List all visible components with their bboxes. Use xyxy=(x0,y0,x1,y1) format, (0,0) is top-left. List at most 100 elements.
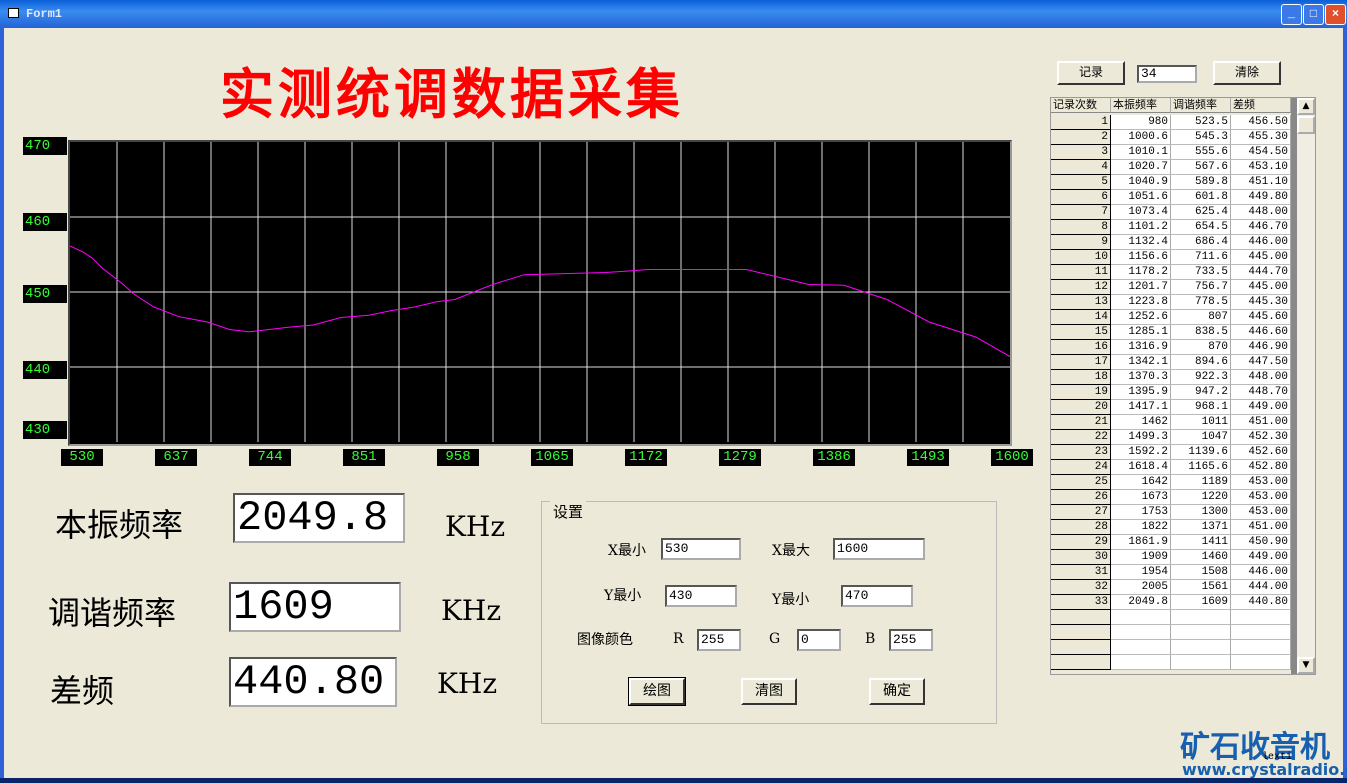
close-button[interactable]: × xyxy=(1325,4,1346,25)
y-tick-label: 450 xyxy=(23,285,67,303)
diff-freq-field[interactable]: 440.80 xyxy=(229,657,397,707)
table-cell: 451.00 xyxy=(1231,415,1291,430)
table-cell xyxy=(1171,625,1231,640)
table-cell: 14 xyxy=(1051,310,1111,325)
table-cell: 451.00 xyxy=(1231,520,1291,535)
table-cell: 445.00 xyxy=(1231,280,1291,295)
table-cell: 1592.2 xyxy=(1111,445,1171,460)
table-cell: 16 xyxy=(1051,340,1111,355)
table-cell: 589.8 xyxy=(1171,175,1231,190)
color-label: 图像颜色 xyxy=(577,632,633,648)
table-cell: 1073.4 xyxy=(1111,205,1171,220)
ok-button[interactable]: 确定 xyxy=(869,678,925,705)
y-tick-label: 440 xyxy=(23,361,67,379)
table-cell: 5 xyxy=(1051,175,1111,190)
table-cell: 30 xyxy=(1051,550,1111,565)
ymin-input[interactable]: 430 xyxy=(665,585,737,607)
table-cell: 448.00 xyxy=(1231,370,1291,385)
record-button[interactable]: 记录 xyxy=(1057,61,1125,85)
table-cell: 11 xyxy=(1051,265,1111,280)
table-cell: 449.80 xyxy=(1231,190,1291,205)
tuning-freq-field[interactable]: 1609 xyxy=(229,582,401,632)
table-cell xyxy=(1231,610,1291,625)
table-cell: 1156.6 xyxy=(1111,250,1171,265)
vertical-scrollbar[interactable]: ▲ ▼ xyxy=(1297,98,1315,674)
x-tick-label: 851 xyxy=(343,449,385,466)
draw-button[interactable]: 绘图 xyxy=(628,677,686,706)
record-count-input[interactable]: 34 xyxy=(1137,65,1197,83)
table-cell: 456.50 xyxy=(1231,115,1291,130)
table-cell: 1673 xyxy=(1111,490,1171,505)
table-cell: 19 xyxy=(1051,385,1111,400)
table-cell: 25 xyxy=(1051,475,1111,490)
column-header: 差频 xyxy=(1231,98,1291,113)
table-cell: 18 xyxy=(1051,370,1111,385)
ymin-label: Y最小 xyxy=(604,588,642,604)
table-cell: 20 xyxy=(1051,400,1111,415)
table-cell xyxy=(1111,625,1171,640)
table-cell: 453.00 xyxy=(1231,490,1291,505)
table-cell: 452.30 xyxy=(1231,430,1291,445)
b-input[interactable]: 255 xyxy=(889,629,933,651)
table-cell: 1285.1 xyxy=(1111,325,1171,340)
table-cell: 523.5 xyxy=(1171,115,1231,130)
scroll-up-icon[interactable]: ▲ xyxy=(1297,98,1315,115)
table-cell: 4 xyxy=(1051,160,1111,175)
lo-freq-field[interactable]: 2049.8 xyxy=(233,493,405,543)
table-cell: 1020.7 xyxy=(1111,160,1171,175)
table-cell: 1370.3 xyxy=(1111,370,1171,385)
table-cell: 1499.3 xyxy=(1111,430,1171,445)
table-cell: 1954 xyxy=(1111,565,1171,580)
table-cell: 21 xyxy=(1051,415,1111,430)
table-cell: 778.5 xyxy=(1171,295,1231,310)
table-cell: 453.00 xyxy=(1231,505,1291,520)
x-tick-label: 1065 xyxy=(531,449,573,466)
table-cell xyxy=(1111,610,1171,625)
ymax-input[interactable]: 470 xyxy=(841,585,913,607)
xmin-input[interactable]: 530 xyxy=(661,538,741,560)
g-input[interactable]: 0 xyxy=(797,629,841,651)
tuning-freq-unit: KHz xyxy=(441,594,502,627)
table-cell: 453.10 xyxy=(1231,160,1291,175)
table-cell: 22 xyxy=(1051,430,1111,445)
clear-records-button[interactable]: 清除 xyxy=(1213,61,1281,85)
taskbar-edge xyxy=(0,778,1347,783)
table-cell: 454.50 xyxy=(1231,145,1291,160)
scroll-thumb[interactable] xyxy=(1297,116,1315,134)
table-cell: 451.10 xyxy=(1231,175,1291,190)
table-cell: 1395.9 xyxy=(1111,385,1171,400)
xmax-input[interactable]: 1600 xyxy=(833,538,925,560)
table-cell: 980 xyxy=(1111,115,1171,130)
column-header: 本振频率 xyxy=(1111,98,1171,113)
table-cell: 447.50 xyxy=(1231,355,1291,370)
xmax-label: X最大 xyxy=(772,543,810,559)
table-cell: 31 xyxy=(1051,565,1111,580)
table-cell: 455.30 xyxy=(1231,130,1291,145)
minimize-button[interactable]: _ xyxy=(1281,4,1302,25)
caret-label: lexti xyxy=(1262,752,1293,763)
table-cell: 6 xyxy=(1051,190,1111,205)
table-cell: 33 xyxy=(1051,595,1111,610)
clear-plot-button[interactable]: 清图 xyxy=(741,678,797,705)
diff-freq-unit: KHz xyxy=(437,667,498,700)
app-icon xyxy=(8,8,19,18)
table-cell xyxy=(1231,655,1291,670)
maximize-button[interactable]: □ xyxy=(1303,4,1324,25)
x-tick-label: 637 xyxy=(155,449,197,466)
table-cell: 3 xyxy=(1051,145,1111,160)
table-cell: 445.60 xyxy=(1231,310,1291,325)
table-cell: 449.00 xyxy=(1231,550,1291,565)
x-tick-label: 958 xyxy=(437,449,479,466)
xmin-label: X最小 xyxy=(608,543,646,559)
table-cell: 450.90 xyxy=(1231,535,1291,550)
y-tick-label: 460 xyxy=(23,213,67,231)
scroll-down-icon[interactable]: ▼ xyxy=(1297,657,1315,674)
table-cell: 1201.7 xyxy=(1111,280,1171,295)
r-input[interactable]: 255 xyxy=(697,629,741,651)
table-cell: 947.2 xyxy=(1171,385,1231,400)
g-label: G xyxy=(769,631,781,647)
records-grid[interactable]: 33 2049.8 1609 440.80 32 2005 1561 444.00 31 1954… xyxy=(1050,97,1316,675)
table-cell: 10 xyxy=(1051,250,1111,265)
table-cell: 1252.6 xyxy=(1111,310,1171,325)
table-cell: 1371 xyxy=(1171,520,1231,535)
